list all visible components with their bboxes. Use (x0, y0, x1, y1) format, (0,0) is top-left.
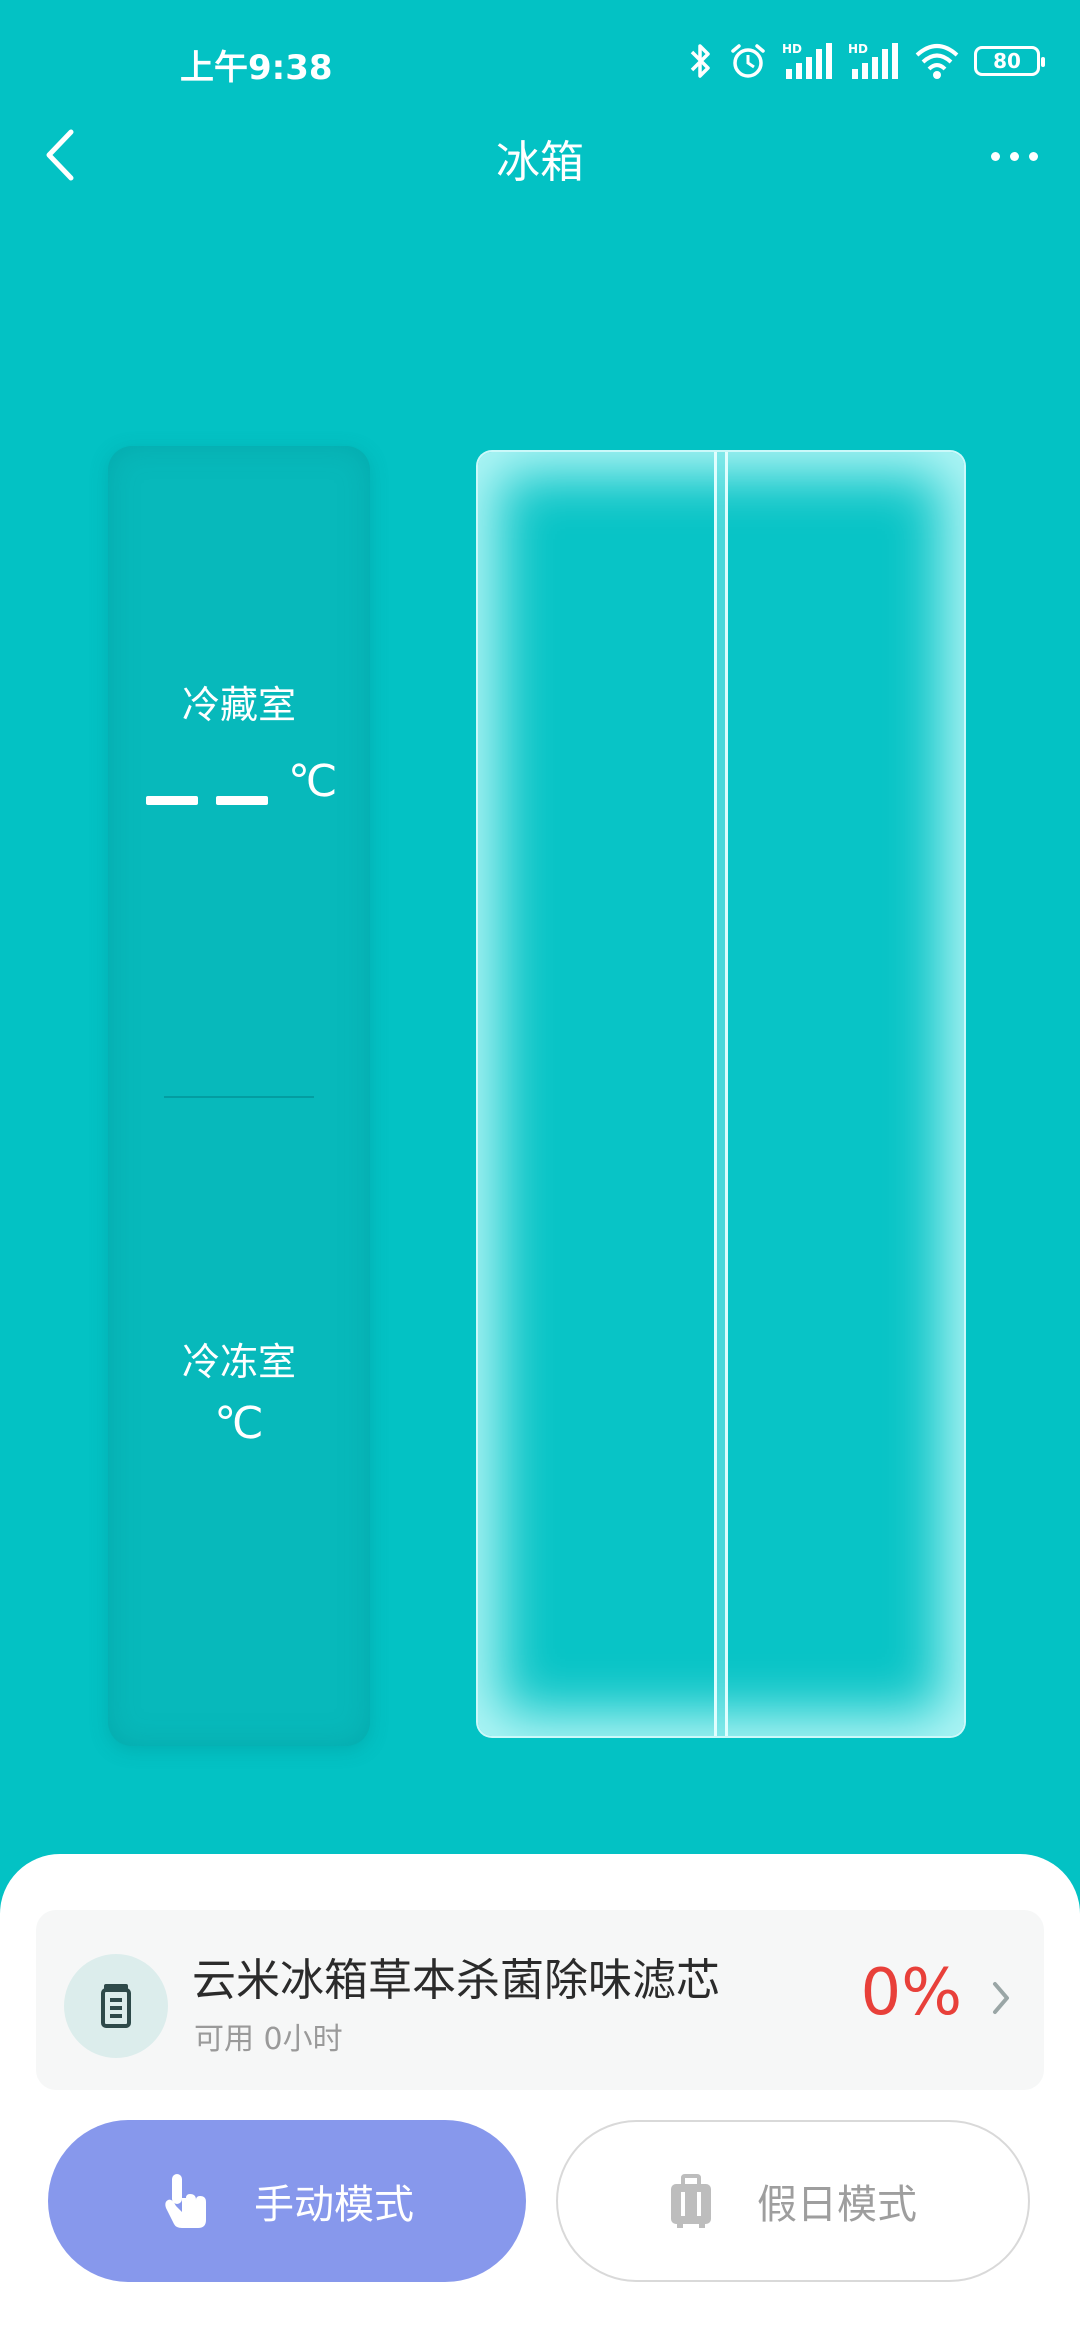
filter-status: 可用 0小时 (194, 2022, 343, 2057)
chevron-right-icon (993, 1982, 1009, 2014)
wifi-icon (914, 41, 960, 81)
manual-mode-button[interactable]: 手动模式 (48, 2120, 526, 2282)
suitcase-icon (669, 2174, 713, 2228)
zone-divider (164, 1096, 314, 1098)
status-icons: HD HD 80 (688, 38, 1045, 84)
freezer-label: 冷冻室 (181, 1340, 296, 1384)
more-horizontal-icon (990, 151, 1000, 161)
temp-placeholder-dash (146, 796, 198, 805)
filter-percent: 0% (860, 1956, 962, 2030)
filter-name: 云米冰箱草本杀菌除味滤芯 (192, 1955, 720, 2006)
more-button[interactable] (974, 128, 1054, 184)
svg-text:HD: HD (782, 42, 802, 56)
status-time: 上午9:38 (180, 48, 333, 88)
manual-mode-label: 手动模式 (254, 2182, 414, 2228)
bottom-sheet: 云米冰箱草本杀菌除味滤芯 可用 0小时 0% 手动模式 假日模式 (0, 1854, 1080, 2340)
fridge-label: 冷藏室 (181, 683, 296, 727)
fridge-door-seam (714, 452, 728, 1736)
battery-level: 80 (993, 49, 1021, 73)
hd-signal-icon: HD (848, 41, 900, 81)
filter-cartridge-icon (64, 1954, 168, 2058)
alarm-icon (728, 41, 768, 81)
fridge-temp-unit: ℃ (288, 756, 338, 807)
fridge-temperature: ℃ (146, 756, 337, 807)
holiday-mode-button[interactable]: 假日模式 (556, 2120, 1030, 2282)
battery-icon: 80 (974, 46, 1045, 76)
freezer-temp-unit: ℃ (214, 1398, 264, 1449)
nav-bar: 冰箱 (0, 110, 1080, 200)
page-title: 冰箱 (496, 137, 584, 188)
temperature-panel: 冷藏室 ℃ 冷冻室 ℃ (108, 446, 370, 1746)
holiday-mode-label: 假日模式 (757, 2182, 917, 2228)
filter-card[interactable]: 云米冰箱草本杀菌除味滤芯 可用 0小时 0% (36, 1910, 1044, 2090)
temp-placeholder-dash (216, 796, 268, 805)
svg-text:HD: HD (848, 42, 868, 56)
hand-tap-icon (160, 2172, 210, 2230)
fridge-illustration (476, 450, 966, 1738)
bluetooth-icon (688, 41, 714, 81)
status-bar: 上午9:38 HD HD 80 (0, 0, 1080, 120)
hd-signal-icon: HD (782, 41, 834, 81)
